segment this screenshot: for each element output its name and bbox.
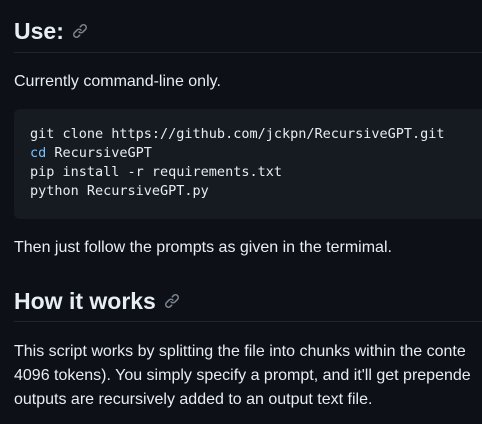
code-keyword-cd: cd [30,145,47,161]
follow-paragraph: Then just follow the prompts as given in… [14,239,392,256]
code-arg: RecursiveGPT [46,145,152,161]
section-heading-how-it-works: How it works [14,286,180,316]
code-line-4: python RecursiveGPT.py [30,183,209,199]
code-block[interactable]: git clone https://github.com/jckpn/Recur… [14,109,482,219]
link-icon[interactable] [72,23,88,39]
how-it-works-paragraph: This script works by splitting the file … [14,340,482,412]
paragraph-line: outputs are recursively added to an outp… [14,391,373,408]
intro-paragraph: Currently command-line only. [14,73,221,90]
paragraph-line: This script works by splitting the file … [14,343,466,360]
code-line-3: pip install -r requirements.txt [30,164,282,180]
code-line-1: git clone https://github.com/jckpn/Recur… [30,126,445,142]
readme-content: Use: Currently command-line only. git cl… [14,0,482,424]
code-line-2: cd RecursiveGPT [30,145,152,161]
link-icon[interactable] [164,293,180,309]
heading-divider [14,52,482,53]
heading-text: How it works [14,288,156,314]
section-heading-use: Use: [14,16,88,46]
code-content[interactable]: git clone https://github.com/jckpn/Recur… [30,125,480,201]
heading-text: Use: [14,18,64,44]
paragraph-line: 4096 tokens). You simply specify a promp… [14,367,471,384]
heading-divider [14,321,482,322]
